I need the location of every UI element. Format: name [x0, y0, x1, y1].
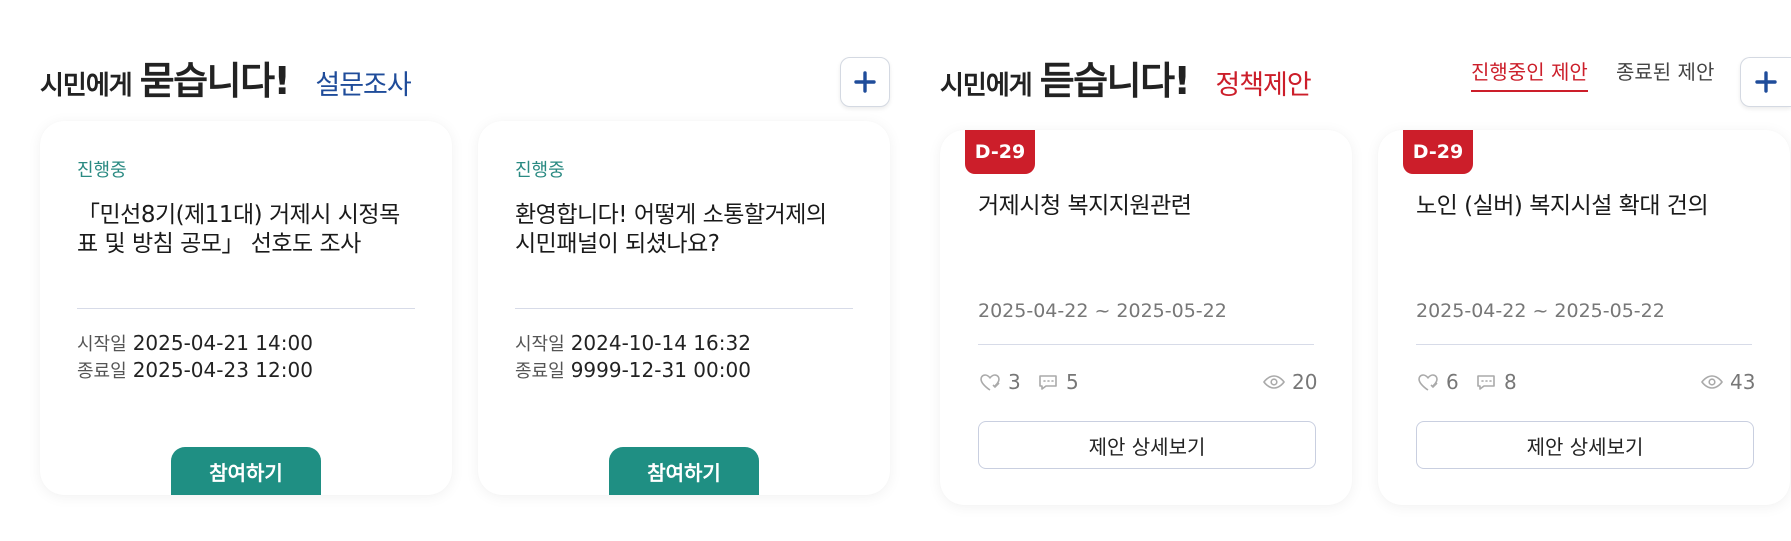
survey-end-date: 종료일 9999-12-31 00:00: [515, 357, 751, 385]
proposal-heading-big: 듣습니다!: [1039, 59, 1191, 103]
proposal-add-button[interactable]: [1740, 57, 1791, 107]
survey-heading-small: 시민에게: [40, 71, 133, 101]
comment-count: 5: [1036, 370, 1079, 394]
proposal-heading-small: 시민에게: [940, 71, 1033, 101]
comment-bubble-icon: [1039, 375, 1057, 390]
end-date-value: 2025-04-23 12:00: [132, 358, 313, 382]
view-count: 20: [1262, 370, 1317, 394]
survey-start-date: 시작일 2024-10-14 16:32: [515, 330, 751, 358]
start-date-value: 2024-10-14 16:32: [570, 331, 751, 355]
tab-closed-proposals[interactable]: 종료된 제안: [1616, 56, 1714, 85]
proposal-card: D-29 거제시청 복지지원관련 2025-04-22 ~ 2025-05-22…: [940, 130, 1352, 505]
join-button[interactable]: 참여하기: [171, 447, 321, 495]
proposal-period: 2025-04-22 ~ 2025-05-22: [1416, 300, 1665, 322]
like-count-value: 6: [1446, 370, 1459, 394]
plus-icon: [1755, 71, 1777, 93]
start-date-label: 시작일: [77, 334, 127, 355]
end-date-value: 9999-12-31 00:00: [570, 358, 751, 382]
view-count: 43: [1700, 370, 1755, 394]
heart-like-icon: [1418, 374, 1438, 391]
proposal-detail-button[interactable]: 제안 상세보기: [978, 421, 1316, 469]
survey-title[interactable]: 환영합니다! 어떻게 소통할거제의 시민패널이 되셨나요?: [515, 201, 851, 259]
divider: [978, 344, 1314, 345]
dday-badge: D-29: [965, 130, 1035, 174]
divider: [77, 308, 415, 309]
divider: [515, 308, 853, 309]
comment-count-value: 8: [1504, 370, 1517, 394]
survey-add-button[interactable]: [840, 57, 890, 107]
proposal-period: 2025-04-22 ~ 2025-05-22: [978, 300, 1227, 322]
join-button[interactable]: 참여하기: [609, 447, 759, 495]
end-date-label: 종료일: [515, 361, 565, 382]
comment-bubble-icon: [1477, 375, 1495, 390]
divider: [1416, 344, 1752, 345]
survey-heading: 시민에게 묻습니다! 설문조사: [40, 50, 412, 105]
proposal-card: D-29 노인 (실버) 복지시설 확대 건의 2025-04-22 ~ 202…: [1378, 130, 1790, 505]
dday-badge: D-29: [1403, 130, 1473, 174]
heart-like-icon: [980, 374, 1000, 391]
survey-end-date: 종료일 2025-04-23 12:00: [77, 357, 313, 385]
like-count[interactable]: 3: [978, 370, 1021, 394]
like-count-value: 3: [1008, 370, 1021, 394]
survey-title[interactable]: 「민선8기(제11대) 거제시 시정목표 및 방침 공모」 선호도 조사: [77, 201, 413, 259]
proposal-title[interactable]: 노인 (실버) 복지시설 확대 건의: [1416, 192, 1756, 221]
end-date-label: 종료일: [77, 361, 127, 382]
survey-card: 진행중 「민선8기(제11대) 거제시 시정목표 및 방침 공모」 선호도 조사…: [40, 121, 452, 495]
eye-icon: [1701, 375, 1723, 389]
survey-status: 진행중: [515, 160, 565, 181]
tab-ongoing-proposals[interactable]: 진행중인 제안: [1471, 56, 1588, 92]
start-date-label: 시작일: [515, 334, 565, 355]
eye-icon: [1263, 375, 1285, 389]
start-date-value: 2025-04-21 14:00: [132, 331, 313, 355]
proposal-heading-sub[interactable]: 정책제안: [1215, 63, 1311, 102]
survey-card: 진행중 환영합니다! 어떻게 소통할거제의 시민패널이 되셨나요? 시작일 202…: [478, 121, 890, 495]
survey-start-date: 시작일 2025-04-21 14:00: [77, 330, 313, 358]
view-count-value: 43: [1730, 370, 1756, 394]
proposal-detail-button[interactable]: 제안 상세보기: [1416, 421, 1754, 469]
survey-status: 진행중: [77, 160, 127, 181]
plus-icon: [854, 71, 876, 93]
comment-count: 8: [1474, 370, 1517, 394]
proposal-heading: 시민에게 듣습니다! 정책제안: [940, 50, 1312, 105]
comment-count-value: 5: [1066, 370, 1079, 394]
survey-heading-big: 묻습니다!: [139, 59, 291, 103]
proposal-title[interactable]: 거제시청 복지지원관련: [978, 192, 1318, 221]
like-count[interactable]: 6: [1416, 370, 1459, 394]
view-count-value: 20: [1292, 370, 1318, 394]
survey-heading-sub[interactable]: 설문조사: [315, 63, 411, 102]
